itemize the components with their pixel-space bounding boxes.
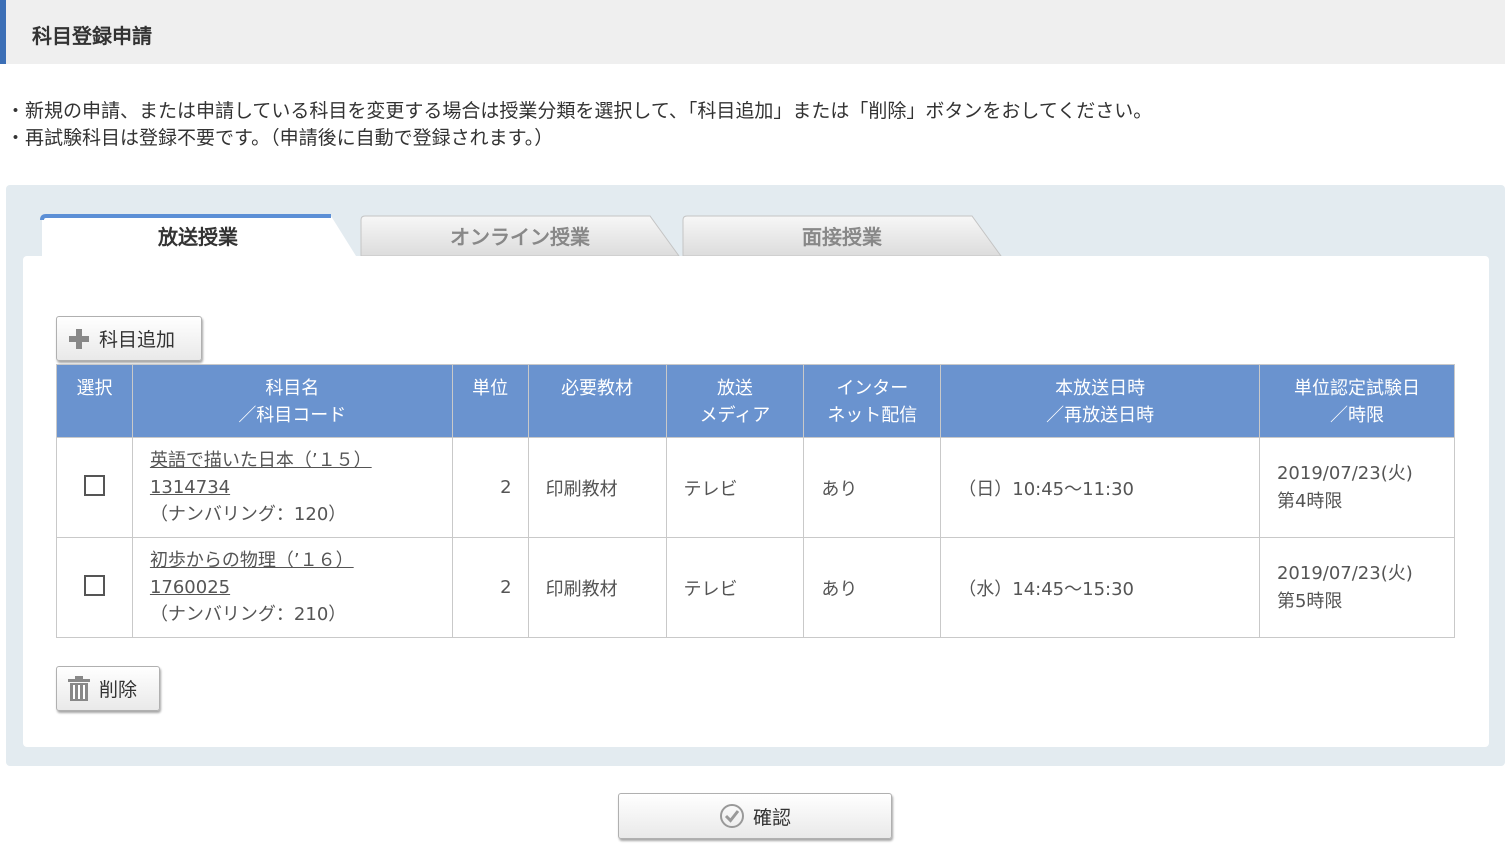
tab-label: 面接授業 [802, 225, 882, 249]
check-circle-icon [719, 803, 745, 829]
numbering-text: （ナンバリング：120） [149, 504, 347, 525]
col-media: 放送 メディア [665, 364, 805, 438]
subject-code-link[interactable]: 1760025 [150, 577, 230, 598]
add-subject-label: 科目追加 [99, 329, 176, 351]
select-checkbox[interactable] [83, 474, 105, 496]
media-cell: テレビ [665, 437, 805, 538]
col-internet: インター ネット配信 [803, 364, 942, 438]
broadcast-cell: （水）14:45～15:30 [940, 537, 1260, 638]
subjects-table: 選択 科目名 ／科目コード 単位 必要教材 放送 メディア インター ネット配信 本放… [56, 364, 1456, 638]
instruction-line: ・再試験科目は登録不要です。（申請後に自動で登録されます。） [6, 127, 554, 149]
col-select: 選択 [56, 364, 133, 438]
broadcast-cell: （日）10:45～11:30 [940, 437, 1260, 538]
col-material: 必要教材 [527, 364, 667, 438]
confirm-button[interactable]: 確認 [618, 793, 892, 839]
tab-online[interactable]: オンライン授業 [360, 214, 680, 256]
numbering-text: （ナンバリング：210） [149, 604, 347, 625]
units-cell: 2 [451, 537, 529, 638]
subject-name-link[interactable]: 英語で描いた日本（’１５） [150, 450, 372, 471]
material-cell: 印刷教材 [527, 537, 667, 638]
col-broadcast-datetime: 本放送日時 ／再放送日時 [940, 364, 1260, 438]
subject-cell: 初歩からの物理（’１６） 1760025 （ナンバリング：210） [131, 537, 453, 638]
tab-label: オンライン授業 [450, 225, 590, 249]
delete-label: 削除 [99, 679, 138, 701]
subject-cell: 英語で描いた日本（’１５） 1314734 （ナンバリング：120） [131, 437, 453, 538]
exam-date: 2019/07/23(火) [1276, 462, 1413, 484]
col-subject-name: 科目名 ／科目コード [131, 364, 453, 438]
plus-icon [67, 327, 91, 351]
page-title: 科目登録申請 [32, 24, 152, 48]
internet-cell: あり [803, 437, 942, 538]
table-row: 初歩からの物理（’１６） 1760025 （ナンバリング：210） 2 印刷教材… [56, 537, 1456, 638]
col-units: 単位 [451, 364, 529, 438]
col-exam-date: 単位認定試験日 ／時限 [1258, 364, 1456, 438]
tab-label: 放送授業 [158, 225, 238, 249]
exam-period: 第4時限 [1276, 490, 1343, 512]
table-header-row: 選択 科目名 ／科目コード 単位 必要教材 放送 メディア インター ネット配信 本放… [56, 364, 1456, 438]
media-cell: テレビ [665, 537, 805, 638]
exam-cell: 2019/07/23(火) 第4時限 [1258, 437, 1456, 538]
material-cell: 印刷教材 [527, 437, 667, 538]
exam-cell: 2019/07/23(火) 第5時限 [1258, 537, 1456, 638]
table-row: 英語で描いた日本（’１５） 1314734 （ナンバリング：120） 2 印刷教… [56, 437, 1456, 538]
delete-button[interactable]: 削除 [56, 666, 160, 711]
confirm-label: 確認 [752, 806, 791, 829]
instruction-notes: ・新規の申請、または申請している科目を変更する場合は授業分類を選択して、「科目追… [6, 98, 1152, 152]
instruction-line: ・新規の申請、または申請している科目を変更する場合は授業分類を選択して、「科目追… [6, 100, 1153, 122]
exam-date: 2019/07/23(火) [1276, 562, 1413, 584]
internet-cell: あり [803, 537, 942, 638]
select-cell [56, 537, 133, 638]
trash-icon [67, 675, 91, 702]
tab-broadcast[interactable]: 放送授業 [39, 214, 357, 256]
subject-code-link[interactable]: 1314734 [150, 477, 230, 498]
page-header: 科目登録申請 [0, 0, 1505, 64]
select-checkbox[interactable] [83, 574, 105, 596]
select-cell [56, 437, 133, 538]
subject-name-link[interactable]: 初歩からの物理（’１６） [150, 550, 354, 571]
exam-period: 第5時限 [1276, 590, 1343, 612]
add-subject-button[interactable]: 科目追加 [56, 316, 202, 361]
tab-face-to-face[interactable]: 面接授業 [682, 214, 1002, 256]
units-cell: 2 [451, 437, 529, 538]
